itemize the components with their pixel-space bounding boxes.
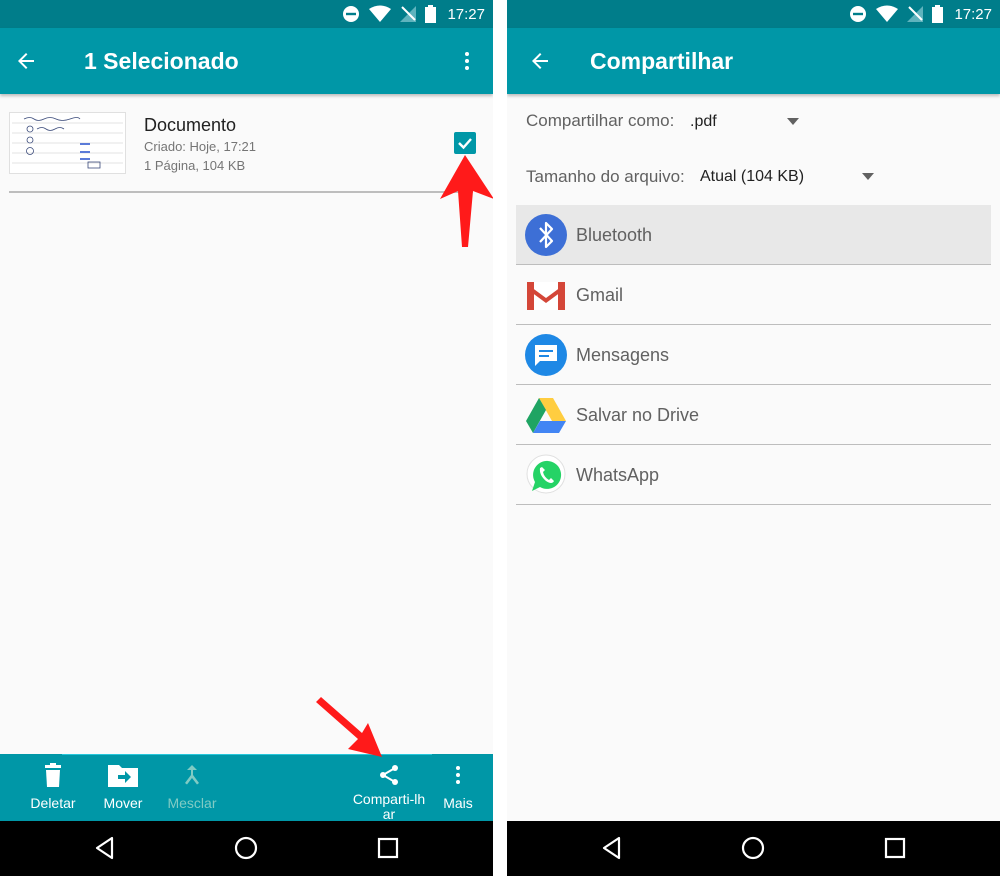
merge-button[interactable]: Mesclar <box>154 754 230 821</box>
whatsapp-icon <box>526 454 566 494</box>
annotation-arrow-checkbox <box>440 155 493 247</box>
merge-icon <box>185 765 199 785</box>
no-signal-icon <box>400 6 417 22</box>
chevron-down-icon[interactable] <box>862 173 874 180</box>
share-icon <box>380 765 398 785</box>
bottom-action-bar: Deletar Mover Mesclar Comparti-lhar Mais <box>0 754 493 821</box>
page-title: Compartilhar <box>590 48 734 74</box>
annotation-arrow-share <box>316 697 382 757</box>
share-target-gmail[interactable]: Gmail <box>516 265 991 325</box>
google-drive-icon <box>526 398 566 433</box>
system-navigation-bar <box>507 821 1000 876</box>
status-bar: 17:27 <box>0 0 493 28</box>
do-not-disturb-icon <box>343 6 360 22</box>
move-button[interactable]: Mover <box>85 754 161 821</box>
system-navigation-bar <box>0 821 493 876</box>
share-target-list: Bluetooth Gmail Mensagens Salvar no Driv… <box>516 205 991 505</box>
status-time: 17:27 <box>954 5 992 23</box>
more-button[interactable]: Mais <box>420 754 493 821</box>
status-bar: 17:27 <box>507 0 1000 28</box>
check-icon <box>458 138 472 150</box>
page-title: 1 Selecionado <box>84 48 239 74</box>
app-bar: Compartilhar <box>507 28 1000 94</box>
move-folder-icon <box>108 765 138 787</box>
battery-icon <box>425 5 437 23</box>
file-size-label: Tamanho do arquivo: <box>526 167 685 186</box>
document-thumbnail <box>9 112 126 174</box>
share-button[interactable]: Comparti-lhar <box>351 754 427 821</box>
app-bar: 1 Selecionado <box>0 28 493 94</box>
no-signal-icon <box>907 6 924 22</box>
nav-recents-icon[interactable] <box>882 835 908 861</box>
selection-screen: 17:27 1 Selecionado Documento Criado: Ho… <box>0 0 493 876</box>
back-arrow-icon[interactable] <box>528 49 552 73</box>
nav-home-icon[interactable] <box>740 835 766 861</box>
overflow-menu-icon[interactable] <box>455 49 479 73</box>
file-size-value: Atual (104 KB) <box>700 168 805 185</box>
document-name: Documento <box>144 115 237 135</box>
share-target-drive[interactable]: Salvar no Drive <box>516 385 991 445</box>
bluetooth-icon <box>525 214 567 256</box>
nav-back-icon[interactable] <box>599 835 625 861</box>
more-vertical-icon <box>456 766 460 784</box>
back-arrow-icon[interactable] <box>14 49 38 73</box>
chevron-down-icon[interactable] <box>787 118 799 125</box>
delete-icon <box>45 763 61 787</box>
nav-home-icon[interactable] <box>233 835 259 861</box>
share-target-bluetooth[interactable]: Bluetooth <box>516 205 991 265</box>
do-not-disturb-icon <box>850 6 867 22</box>
share-target-whatsapp[interactable]: WhatsApp <box>516 445 991 505</box>
battery-icon <box>932 5 944 23</box>
document-created: Criado: Hoje, 17:21 <box>144 139 257 154</box>
share-target-messages[interactable]: Mensagens <box>516 325 991 385</box>
share-as-value: .pdf <box>690 113 717 130</box>
document-info: 1 Página, 104 KB <box>144 158 246 173</box>
wifi-icon <box>876 5 899 22</box>
nav-back-icon[interactable] <box>92 835 118 861</box>
gmail-icon <box>527 282 565 310</box>
delete-button[interactable]: Deletar <box>15 754 91 821</box>
wifi-icon <box>369 5 392 22</box>
document-checkbox[interactable] <box>454 132 476 154</box>
status-time: 17:27 <box>447 5 485 23</box>
document-list-item[interactable]: Documento Criado: Hoje, 17:21 1 Página, … <box>9 112 476 193</box>
nav-recents-icon[interactable] <box>375 835 401 861</box>
share-screen: 17:27 Compartilhar Compartilhar como: .p… <box>507 0 1000 876</box>
messages-icon <box>525 334 567 376</box>
share-as-label: Compartilhar como: <box>526 111 675 130</box>
